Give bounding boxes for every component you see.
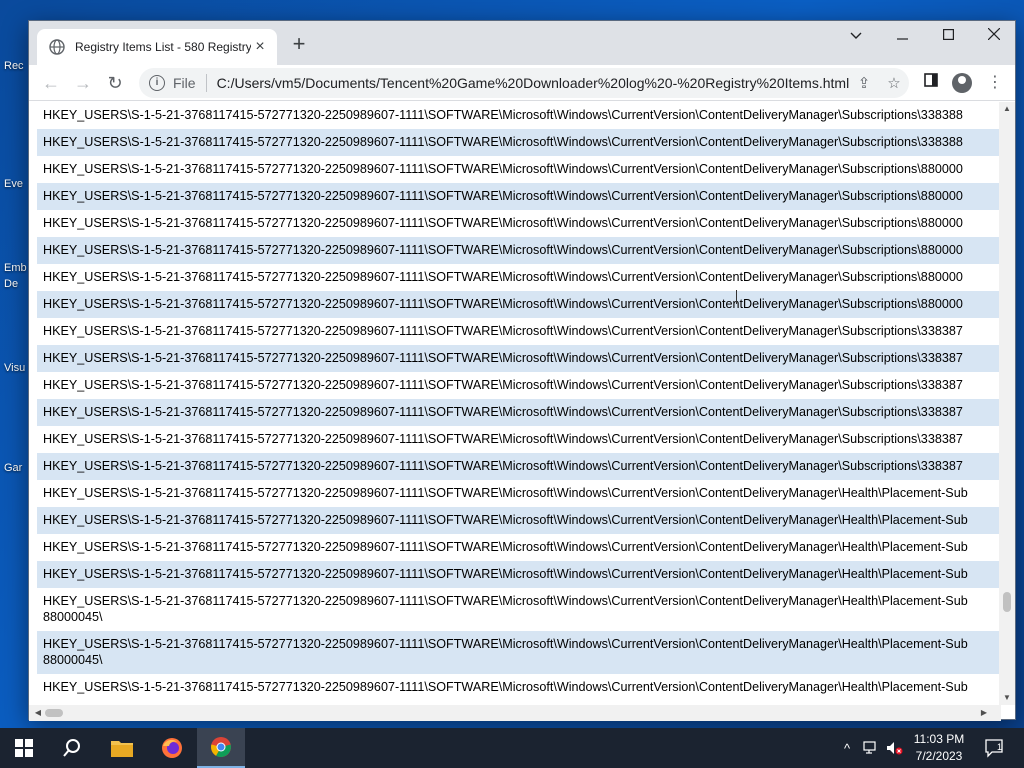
scroll-up-arrow-icon[interactable]: ▲ [999, 102, 1015, 116]
registry-item-row: HKEY_USERS\S-1-5-21-3768117415-572771320… [37, 129, 1001, 156]
registry-item-row: HKEY_USERS\S-1-5-21-3768117415-572771320… [43, 324, 963, 338]
tab-registry-items[interactable]: Registry Items List - 580 Registry × [37, 29, 277, 65]
clock-date: 7/2/2023 [915, 749, 963, 763]
registry-item-row: HKEY_USERS\S-1-5-21-3768117415-572771320… [43, 216, 963, 230]
registry-item-row: HKEY_USERS\S-1-5-21-3768117415-572771320… [43, 432, 963, 446]
url-text[interactable]: C:/Users/vm5/Documents/Tencent%20Game%20… [217, 75, 849, 91]
scroll-left-arrow-icon[interactable]: ◀ [31, 705, 45, 721]
desktop-shortcut-label: Gar [4, 462, 23, 474]
profile-avatar-icon[interactable] [950, 71, 974, 95]
divider [205, 74, 207, 92]
horizontal-scroll-thumb[interactable] [45, 709, 63, 717]
forward-arrow-icon[interactable]: → [71, 71, 95, 95]
maximize-button[interactable] [925, 21, 971, 51]
registry-item-row: HKEY_USERS\S-1-5-21-3768117415-572771320… [43, 680, 968, 694]
clock-time: 11:03 PM [913, 732, 965, 746]
registry-item-row: HKEY_USERS\S-1-5-21-3768117415-572771320… [37, 345, 1001, 372]
vertical-scrollbar[interactable]: ▲ ▼ [999, 102, 1015, 705]
notification-count: 1 [997, 742, 1002, 752]
show-hidden-icons-chevron-icon[interactable]: ^ [838, 728, 856, 768]
menu-kebab-icon[interactable]: ⋮ [983, 71, 1007, 95]
registry-item-row: HKEY_USERS\S-1-5-21-3768117415-572771320… [43, 378, 963, 392]
tab-title: Registry Items List - 580 Registry [75, 40, 251, 54]
chrome-icon[interactable] [197, 728, 245, 768]
firefox-icon[interactable] [148, 728, 196, 768]
registry-item-row: HKEY_USERS\S-1-5-21-3768117415-572771320… [43, 540, 968, 554]
side-panel-icon[interactable] [919, 71, 943, 95]
reload-icon[interactable]: ↻ [103, 71, 127, 95]
browser-window: Registry Items List - 580 Registry × + ←… [28, 20, 1016, 721]
minimize-button[interactable] [879, 21, 925, 51]
bookmark-star-icon[interactable]: ☆ [879, 74, 909, 92]
globe-icon [49, 39, 65, 55]
new-tab-button[interactable]: + [287, 33, 311, 57]
registry-item-row: HKEY_USERS\S-1-5-21-3768117415-572771320… [37, 183, 1001, 210]
notifications-icon[interactable]: 1 [980, 728, 1010, 768]
share-icon[interactable]: ⇪ [849, 74, 879, 92]
registry-item-row: HKEY_USERS\S-1-5-21-3768117415-572771320… [43, 162, 963, 176]
tab-search-icon[interactable] [833, 21, 879, 51]
registry-item-row: HKEY_USERS\S-1-5-21-3768117415-572771320… [43, 270, 963, 284]
registry-item-row: HKEY_USERS\S-1-5-21-3768117415-572771320… [37, 453, 1001, 480]
address-bar[interactable]: i File C:/Users/vm5/Documents/Tencent%20… [139, 68, 909, 98]
registry-item-row: HKEY_USERS\S-1-5-21-3768117415-572771320… [37, 631, 1001, 674]
registry-item-row: HKEY_USERS\S-1-5-21-3768117415-572771320… [37, 561, 1001, 588]
volume-muted-icon[interactable] [884, 728, 906, 768]
search-icon[interactable] [48, 728, 96, 768]
tab-strip: Registry Items List - 580 Registry × + [29, 21, 1015, 65]
desktop-shortcut-label: Visu [4, 362, 26, 374]
site-info-icon[interactable]: i [149, 75, 165, 91]
page-content: HKEY_USERS\S-1-5-21-3768117415-572771320… [29, 102, 1001, 705]
desktop-shortcut-label: Eve [4, 178, 23, 190]
registry-item-row: HKEY_USERS\S-1-5-21-3768117415-572771320… [43, 594, 968, 624]
back-arrow-icon[interactable]: ← [39, 71, 63, 95]
registry-item-row: HKEY_USERS\S-1-5-21-3768117415-572771320… [37, 237, 1001, 264]
horizontal-scrollbar[interactable]: ◀ ▶ [29, 705, 1001, 721]
network-icon[interactable] [860, 728, 882, 768]
desktop-shortcut-label: Rec [4, 60, 24, 72]
text-cursor [736, 290, 738, 304]
system-clock[interactable]: 11:03 PM 7/2/2023 [905, 731, 973, 765]
browser-toolbar: ← → ↻ i File C:/Users/vm5/Documents/Tenc… [29, 65, 1015, 101]
scroll-down-arrow-icon[interactable]: ▼ [999, 691, 1015, 705]
scroll-right-arrow-icon[interactable]: ▶ [977, 705, 991, 721]
windows-start-icon[interactable] [0, 728, 48, 768]
scheme-label: File [173, 75, 196, 91]
vertical-scroll-thumb[interactable] [1003, 592, 1011, 612]
registry-item-row: HKEY_USERS\S-1-5-21-3768117415-572771320… [37, 399, 1001, 426]
close-tab-icon[interactable]: × [251, 38, 269, 56]
registry-item-row: HKEY_USERS\S-1-5-21-3768117415-572771320… [43, 108, 963, 122]
close-window-button[interactable] [971, 21, 1017, 51]
registry-items-list: HKEY_USERS\S-1-5-21-3768117415-572771320… [37, 102, 1001, 701]
registry-item-row: HKEY_USERS\S-1-5-21-3768117415-572771320… [37, 507, 1001, 534]
registry-item-row: HKEY_USERS\S-1-5-21-3768117415-572771320… [43, 486, 968, 500]
desktop-shortcut-label: De [4, 278, 19, 290]
desktop-shortcut-label: Emb [4, 262, 27, 274]
taskbar: ^ 11:03 PM 7/2/2023 1 [0, 728, 1024, 768]
file-explorer-icon[interactable] [98, 728, 146, 768]
registry-item-row: HKEY_USERS\S-1-5-21-3768117415-572771320… [37, 291, 1001, 318]
